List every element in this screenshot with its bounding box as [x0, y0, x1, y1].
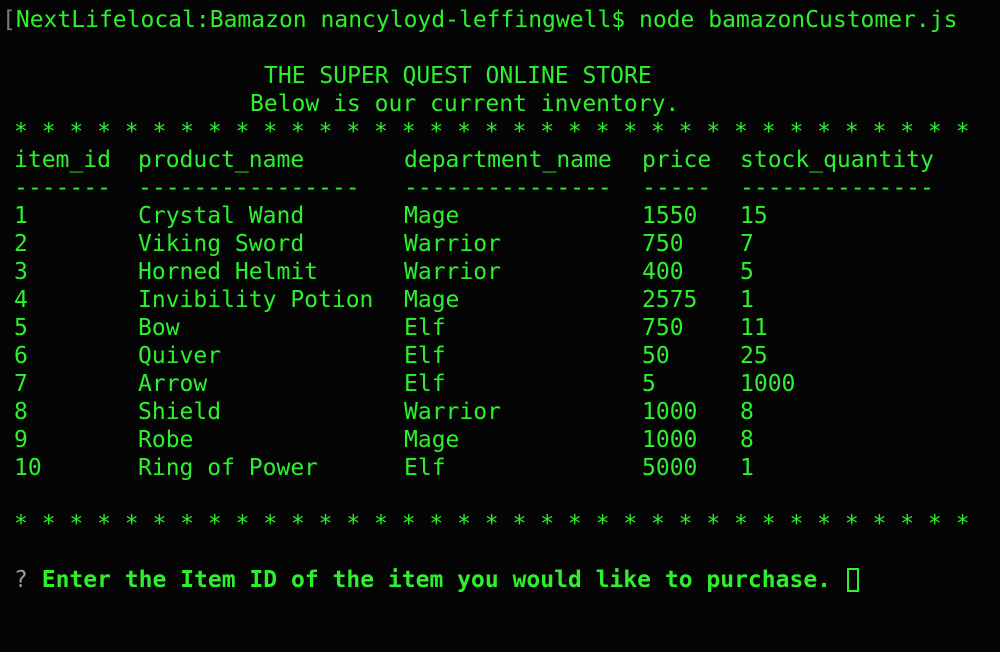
cell-department-name: Elf: [404, 343, 446, 369]
cell-product-name: Bow: [138, 315, 180, 341]
cell-stock-quantity: 11: [740, 315, 768, 341]
cell-stock-quantity: 7: [740, 231, 754, 257]
separator-department-name: ---------------: [404, 175, 612, 201]
terminal-window[interactable]: [NextLifelocal:Bamazon nancyloyd-leffing…: [0, 0, 1000, 652]
header-department-name: department_name: [404, 147, 612, 173]
cell-stock-quantity: 1000: [740, 371, 796, 397]
cell-stock-quantity: 8: [740, 399, 754, 425]
cell-price: 400: [642, 259, 684, 285]
divider-bottom: * * * * * * * * * * * * * * * * * * * * …: [14, 511, 970, 537]
cell-item-id: 6: [14, 343, 28, 369]
cell-product-name: Arrow: [138, 371, 208, 397]
cell-product-name: Shield: [138, 399, 222, 425]
cell-price: 1000: [642, 399, 698, 425]
cell-department-name: Elf: [404, 315, 446, 341]
cell-department-name: Warrior: [404, 231, 501, 257]
cell-stock-quantity: 1: [740, 455, 754, 481]
cell-department-name: Warrior: [404, 259, 501, 285]
cell-stock-quantity: 5: [740, 259, 754, 285]
header-item-id: item_id: [14, 147, 111, 173]
header-price: price: [642, 147, 712, 173]
cell-product-name: Horned Helmit: [138, 259, 319, 285]
cell-department-name: Elf: [404, 455, 446, 481]
cell-stock-quantity: 8: [740, 427, 754, 453]
cell-department-name: Elf: [404, 371, 446, 397]
cell-stock-quantity: 15: [740, 203, 768, 229]
cell-item-id: 4: [14, 287, 28, 313]
command-prompt-line: [NextLifelocal:Bamazon nancyloyd-leffing…: [2, 6, 957, 34]
cell-department-name: Warrior: [404, 399, 501, 425]
cell-item-id: 3: [14, 259, 28, 285]
cell-price: 1550: [642, 203, 698, 229]
cell-stock-quantity: 1: [740, 287, 754, 313]
cell-price: 1000: [642, 427, 698, 453]
cell-product-name: Viking Sword: [138, 231, 305, 257]
cell-price: 750: [642, 315, 684, 341]
cell-product-name: Invibility Potion: [138, 287, 374, 313]
cell-item-id: 8: [14, 399, 28, 425]
separator-product-name: ----------------: [138, 175, 360, 201]
cell-price: 5: [642, 371, 656, 397]
cell-item-id: 9: [14, 427, 28, 453]
cell-price: 750: [642, 231, 684, 257]
cell-item-id: 1: [14, 203, 28, 229]
block-cursor-icon[interactable]: [846, 568, 859, 592]
cell-item-id: 5: [14, 315, 28, 341]
cell-department-name: Mage: [404, 427, 460, 453]
store-subtitle: Below is our current inventory.: [250, 91, 680, 117]
store-title: THE SUPER QUEST ONLINE STORE: [264, 63, 652, 89]
header-product-name: product_name: [138, 147, 305, 173]
separator-item-id: -------: [14, 175, 111, 201]
purchase-question-text: Enter the Item ID of the item you would …: [41, 567, 832, 593]
cell-price: 2575: [642, 287, 698, 313]
cell-stock-quantity: 25: [740, 343, 768, 369]
divider-top: * * * * * * * * * * * * * * * * * * * * …: [14, 119, 970, 145]
purchase-question-line[interactable]: ? Enter the Item ID of the item you woul…: [14, 566, 859, 594]
cell-product-name: Quiver: [138, 343, 222, 369]
cell-item-id: 10: [14, 455, 42, 481]
cell-item-id: 2: [14, 231, 28, 257]
command-prompt-text: NextLifelocal:Bamazon nancyloyd-leffingw…: [15, 7, 958, 33]
cell-product-name: Ring of Power: [138, 455, 319, 481]
question-mark: ?: [14, 567, 28, 593]
cell-price: 50: [642, 343, 670, 369]
separator-stock-quantity: --------------: [740, 175, 934, 201]
cell-item-id: 7: [14, 371, 28, 397]
cell-department-name: Mage: [404, 203, 460, 229]
separator-price: -----: [642, 175, 712, 201]
cell-product-name: Crystal Wand: [138, 203, 305, 229]
cell-department-name: Mage: [404, 287, 460, 313]
header-stock-quantity: stock_quantity: [740, 147, 934, 173]
cell-product-name: Robe: [138, 427, 194, 453]
prompt-bracket: [: [2, 7, 16, 33]
cell-price: 5000: [642, 455, 698, 481]
